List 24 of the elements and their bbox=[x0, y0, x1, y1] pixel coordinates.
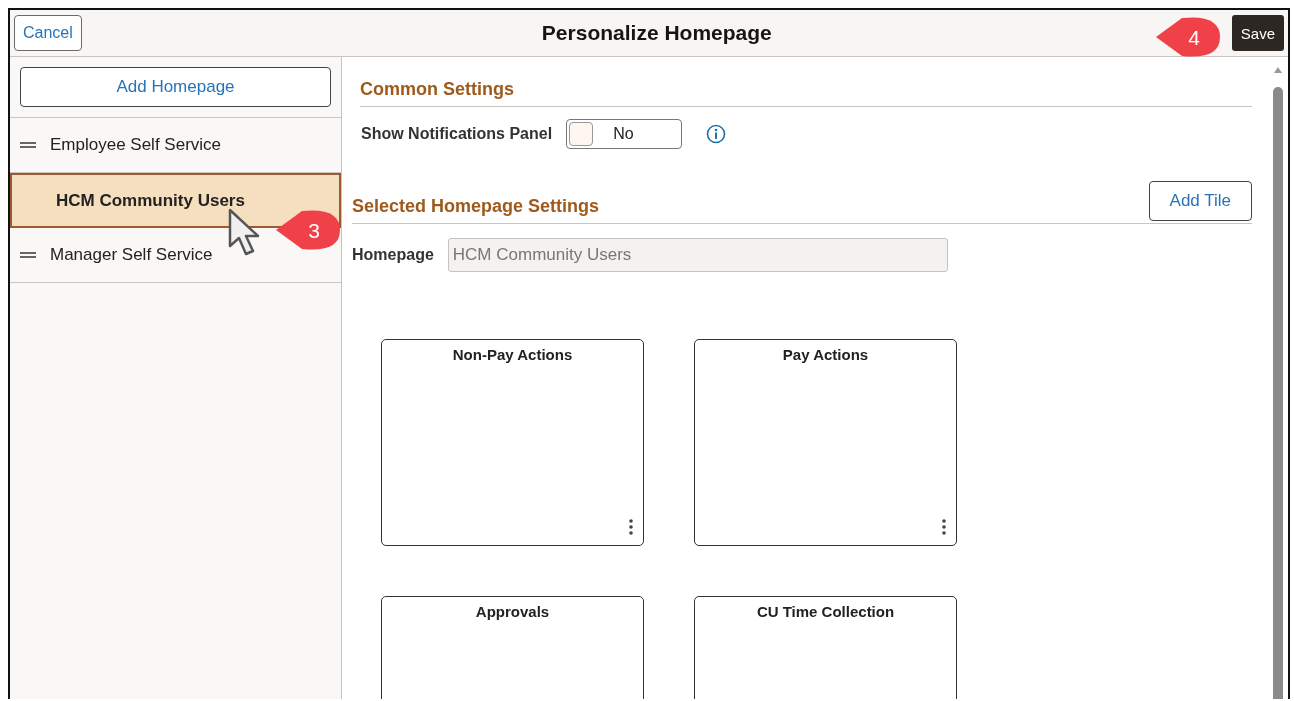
add-homepage-button[interactable]: Add Homepage bbox=[20, 67, 331, 107]
more-options-icon[interactable] bbox=[942, 519, 946, 535]
notifications-toggle[interactable]: No bbox=[566, 119, 683, 149]
drag-handle-icon[interactable] bbox=[20, 142, 36, 148]
tile-title: Pay Actions bbox=[782, 346, 869, 363]
homepage-tile[interactable]: Approvals bbox=[381, 596, 644, 699]
more-options-icon[interactable] bbox=[629, 519, 633, 535]
section-heading: Common Settings bbox=[360, 79, 1252, 107]
homepage-tile[interactable]: Pay Actions bbox=[694, 339, 957, 546]
tile-title: CU Time Collection bbox=[756, 603, 895, 620]
homepage-tile[interactable]: Non-Pay Actions bbox=[381, 339, 644, 546]
save-button[interactable]: Save bbox=[1231, 15, 1284, 51]
cancel-button[interactable]: Cancel bbox=[14, 15, 82, 51]
info-icon[interactable] bbox=[706, 124, 727, 144]
tile-title: Non-Pay Actions bbox=[452, 346, 573, 363]
page-title: Personalize Homepage bbox=[541, 21, 772, 45]
homepage-tile[interactable]: CU Time Collection bbox=[694, 596, 957, 699]
tile-title: Approvals bbox=[475, 603, 550, 620]
section-heading: Selected Homepage Settings bbox=[352, 196, 600, 218]
field-label: Show Notifications Panel bbox=[361, 125, 553, 143]
field-label: Homepage bbox=[352, 246, 434, 264]
add-tile-button[interactable]: Add Tile bbox=[1148, 181, 1252, 221]
scrollbar[interactable] bbox=[1272, 65, 1284, 699]
drag-handle-icon[interactable] bbox=[20, 252, 36, 258]
